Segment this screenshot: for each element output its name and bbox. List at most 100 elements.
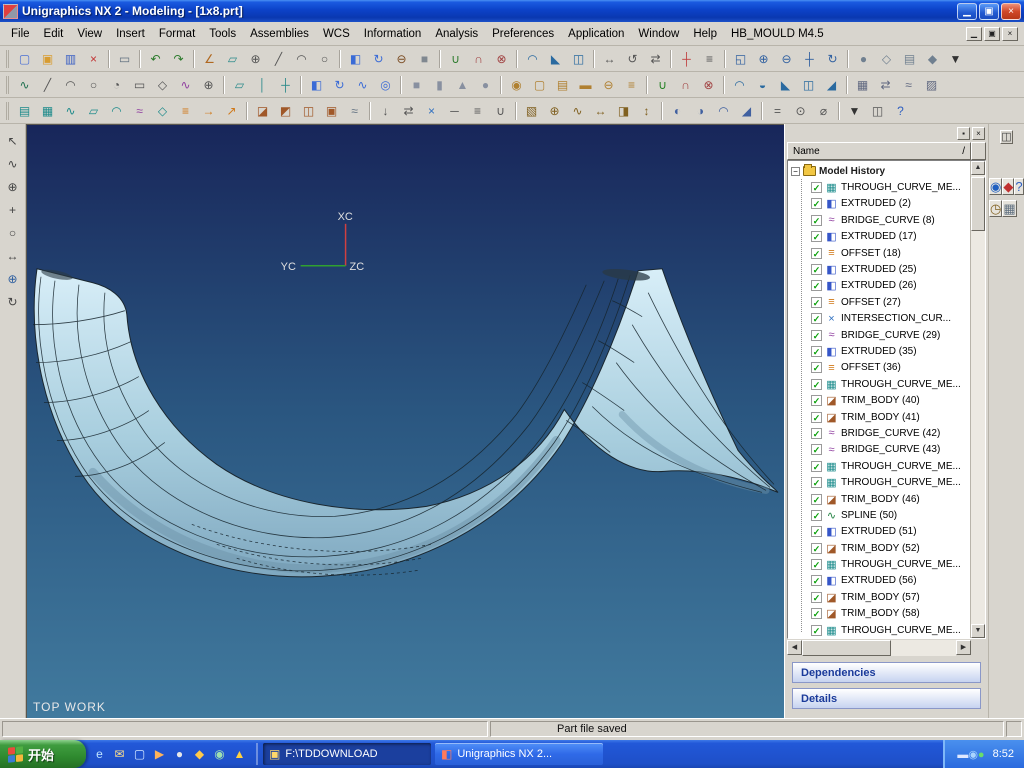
delete-icon[interactable]: ×	[83, 49, 105, 69]
emule-icon[interactable]: ◉	[968, 749, 978, 761]
offset-curve-icon[interactable]: ≡	[467, 101, 489, 121]
menu-analysis[interactable]: Analysis	[428, 25, 485, 43]
fit-view-icon[interactable]: ◱	[730, 49, 752, 69]
point-icon[interactable]: ⊕	[245, 49, 267, 69]
rotate-object-icon[interactable]: ↺	[622, 49, 644, 69]
zoom-tool-icon[interactable]: ⊕	[3, 270, 23, 288]
datum-csys-icon[interactable]: ┼	[275, 75, 297, 95]
trimmed-sheet-icon[interactable]: ◩	[275, 101, 297, 121]
spline-tool-icon[interactable]: ∿	[3, 155, 23, 173]
measure-distance-icon[interactable]: ⌀	[813, 101, 835, 121]
toolbar-grip[interactable]	[6, 102, 9, 120]
tree-item[interactable]: ✓◪TRIM_BODY (41)	[811, 409, 970, 425]
tube-icon[interactable]: ◎	[375, 75, 397, 95]
horizontal-scroll-track[interactable]	[802, 640, 956, 656]
circle-icon[interactable]: ○	[314, 49, 336, 69]
feature-checkbox-icon[interactable]: ✓	[811, 412, 822, 423]
revolve-icon[interactable]: ↻	[368, 49, 390, 69]
hole-icon[interactable]: ⊖	[391, 49, 413, 69]
feature-checkbox-icon[interactable]: ✓	[811, 477, 822, 488]
edge-blend-2-icon[interactable]: ◠	[729, 75, 751, 95]
intersect-icon[interactable]: ⊗	[491, 49, 513, 69]
tree-vertical-scrollbar[interactable]: ▲ ▼	[970, 161, 985, 638]
feature-checkbox-icon[interactable]: ✓	[811, 231, 822, 242]
feature-checkbox-icon[interactable]: ✓	[811, 280, 822, 291]
tree-item[interactable]: ✓◪TRIM_BODY (40)	[811, 392, 970, 408]
scale-object-icon[interactable]: ⇄	[645, 49, 667, 69]
save-icon[interactable]: ▥	[60, 49, 82, 69]
tree-item[interactable]: ✓▦THROUGH_CURVE_ME...	[811, 376, 970, 392]
undo-icon[interactable]: ↶	[145, 49, 167, 69]
arc-icon[interactable]: ◠	[291, 49, 313, 69]
tree-item[interactable]: ✓◧EXTRUDED (35)	[811, 343, 970, 359]
tree-item[interactable]: ✓≡OFFSET (36)	[811, 360, 970, 376]
mirror-body-icon[interactable]: ⇄	[875, 75, 897, 95]
feature-checkbox-icon[interactable]: ✓	[811, 461, 822, 472]
sort-indicator-icon[interactable]: /	[962, 146, 965, 157]
menu-preferences[interactable]: Preferences	[485, 25, 561, 43]
scroll-right-button[interactable]: ▶	[956, 640, 971, 655]
feature-checkbox-icon[interactable]: ✓	[811, 494, 822, 505]
toolbar-grip[interactable]	[6, 76, 9, 94]
feature-checkbox-icon[interactable]: ✓	[811, 330, 822, 341]
expression-icon[interactable]: =	[767, 101, 789, 121]
extrude-2-icon[interactable]: ◧	[306, 75, 328, 95]
name-column-header[interactable]: Name /	[787, 142, 971, 160]
tree-item[interactable]: ✓≈BRIDGE_CURVE (42)	[811, 425, 970, 441]
menu-insert[interactable]: Insert	[109, 25, 152, 43]
web-browser-icon[interactable]: ◉	[989, 178, 1002, 195]
details-panel-header[interactable]: Details	[792, 688, 981, 709]
section-surface-icon[interactable]: ◠	[106, 101, 128, 121]
intersect-2-icon[interactable]: ⊗	[698, 75, 720, 95]
shell-icon[interactable]: ◫	[568, 49, 590, 69]
open-icon[interactable]: ▣	[37, 49, 59, 69]
bridge-surface-icon[interactable]: ≈	[129, 101, 151, 121]
instance-array-icon[interactable]: ▦	[852, 75, 874, 95]
tree-item[interactable]: ✓◧EXTRUDED (56)	[811, 573, 970, 589]
project-curve-icon[interactable]: ↓	[375, 101, 397, 121]
scroll-up-button[interactable]: ▲	[971, 161, 985, 175]
tree-item[interactable]: ✓▦THROUGH_CURVE_ME...	[811, 474, 970, 490]
menu-edit[interactable]: Edit	[37, 25, 71, 43]
new-icon[interactable]: ▢	[14, 49, 36, 69]
enlarge-icon[interactable]: ↕	[636, 101, 658, 121]
feature-checkbox-icon[interactable]: ✓	[811, 575, 822, 586]
i-form-icon[interactable]: ∿	[567, 101, 589, 121]
feature-checkbox-icon[interactable]: ✓	[811, 625, 822, 636]
match-edge-icon[interactable]: ↔	[590, 101, 612, 121]
feature-checkbox-icon[interactable]: ✓	[811, 182, 822, 193]
menu-wcs[interactable]: WCS	[316, 25, 357, 43]
menu-tools[interactable]: Tools	[202, 25, 243, 43]
sketch-icon[interactable]: ∠	[199, 49, 221, 69]
cylinder-icon[interactable]: ▮	[429, 75, 451, 95]
zoom-in-icon[interactable]: ⊕	[753, 49, 775, 69]
feature-checkbox-icon[interactable]: ✓	[811, 215, 822, 226]
datum-plane-2-icon[interactable]: ▱	[229, 75, 251, 95]
tree-item[interactable]: ✓▦THROUGH_CURVE_ME...	[811, 458, 970, 474]
feature-checkbox-icon[interactable]: ✓	[811, 362, 822, 373]
block-icon[interactable]: ■	[414, 49, 436, 69]
thread-icon[interactable]: ≡	[621, 75, 643, 95]
panel-close-button-icon[interactable]: ×	[972, 127, 985, 140]
shaded-icon[interactable]: ●	[853, 49, 875, 69]
show-desktop-icon[interactable]: ▢	[131, 746, 148, 763]
system-palettes-icon[interactable]: ▦	[1002, 200, 1016, 217]
feature-checkbox-icon[interactable]: ✓	[811, 313, 822, 324]
internet-explorer-icon[interactable]: e	[91, 746, 108, 763]
tree-root-row[interactable]: −Model History	[791, 163, 970, 179]
tree-item[interactable]: ✓≡OFFSET (27)	[811, 294, 970, 310]
x-form-icon[interactable]: ⊕	[544, 101, 566, 121]
law-extension-icon[interactable]: ↗	[221, 101, 243, 121]
subtract-2-icon[interactable]: ∩	[675, 75, 697, 95]
ruled-icon[interactable]: ▱	[83, 101, 105, 121]
tree-item[interactable]: ✓◧EXTRUDED (17)	[811, 229, 970, 245]
model-surface[interactable]	[34, 269, 778, 577]
zoom-out-icon[interactable]: ⊖	[776, 49, 798, 69]
panel-pin-button-icon[interactable]: ▪	[957, 127, 970, 140]
training-icon[interactable]: ◆	[1002, 178, 1014, 195]
section-curve-icon[interactable]: ─	[444, 101, 466, 121]
extension-icon[interactable]: →	[198, 101, 220, 121]
taskbar-task[interactable]: ◧Unigraphics NX 2...	[435, 743, 603, 765]
view-menu-icon[interactable]: ▼	[945, 49, 967, 69]
tree-item[interactable]: ✓∿SPLINE (50)	[811, 507, 970, 523]
